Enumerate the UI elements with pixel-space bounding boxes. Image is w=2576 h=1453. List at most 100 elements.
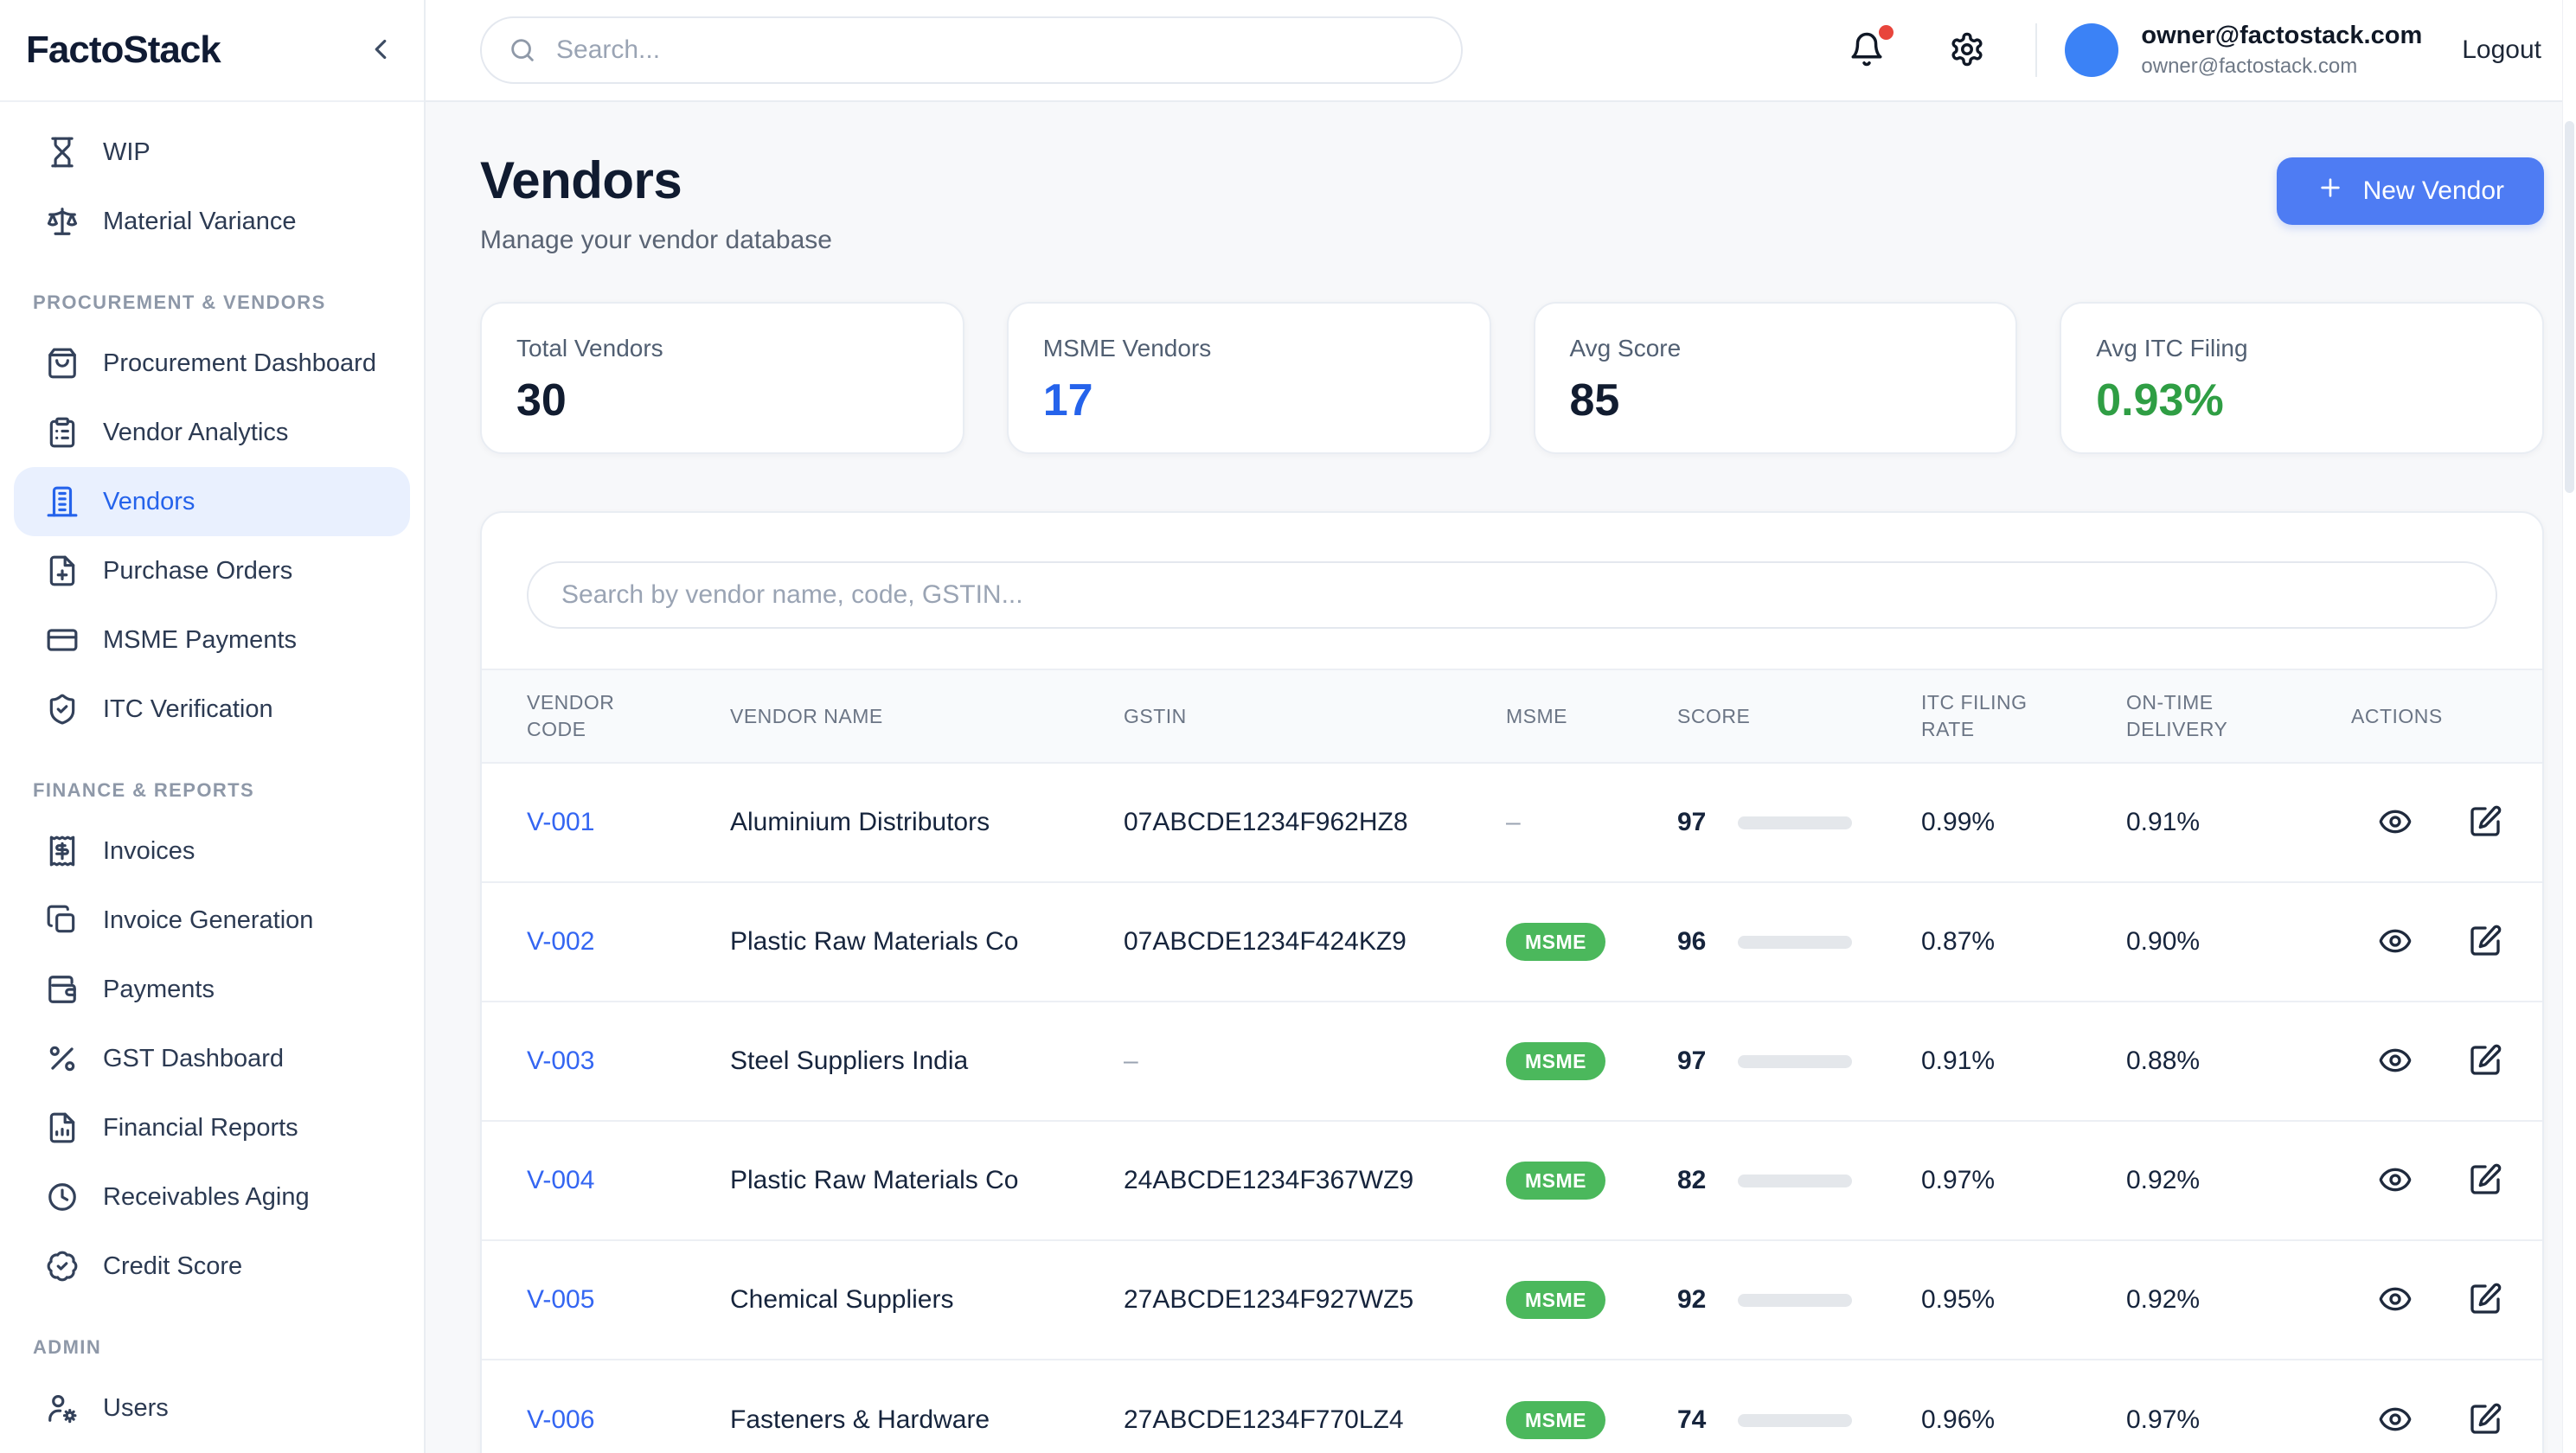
actions-cell xyxy=(2351,1043,2508,1079)
view-vendor-button[interactable] xyxy=(2377,804,2413,841)
msme-badge: MSME xyxy=(1506,1281,1605,1319)
notification-dot xyxy=(1879,25,1894,40)
msme-cell: – xyxy=(1506,808,1677,837)
on-time-delivery: 0.92% xyxy=(2126,1166,2351,1195)
global-search-input[interactable] xyxy=(556,35,1435,65)
actions-cell xyxy=(2351,1162,2508,1199)
msme-badge: MSME xyxy=(1506,923,1605,961)
sidebar-item-invoice-generation[interactable]: Invoice Generation xyxy=(14,886,410,955)
logout-button[interactable]: Logout xyxy=(2462,35,2541,65)
msme-cell: MSME xyxy=(1506,1281,1677,1319)
sidebar-item-financial-reports[interactable]: Financial Reports xyxy=(14,1093,410,1162)
sidebar-item-label: Procurement Dashboard xyxy=(103,349,376,378)
vendor-code-link[interactable]: V-001 xyxy=(527,808,730,837)
sidebar-item-label: GST Dashboard xyxy=(103,1045,284,1073)
edit-vendor-button[interactable] xyxy=(2467,1043,2503,1079)
vendor-code-link[interactable]: V-002 xyxy=(527,927,730,957)
vendor-code-link[interactable]: V-003 xyxy=(527,1047,730,1076)
sidebar-item-invoices[interactable]: Invoices xyxy=(14,816,410,886)
edit-vendor-button[interactable] xyxy=(2467,1162,2503,1199)
sidebar-item-label: Vendors xyxy=(103,488,195,516)
sidebar-item-label: Material Variance xyxy=(103,208,297,236)
column-header-vendor-name: Vendor Name xyxy=(730,703,1124,730)
on-time-delivery: 0.90% xyxy=(2126,927,2351,957)
column-header-on-time-delivery: On-Time Delivery xyxy=(2126,689,2282,743)
new-vendor-button[interactable]: New Vendor xyxy=(2277,157,2544,225)
vendor-search-input[interactable] xyxy=(527,561,2497,629)
sidebar-collapse-button[interactable] xyxy=(362,31,400,69)
vendor-code-link[interactable]: V-006 xyxy=(527,1405,730,1435)
sidebar-item-msme-payments[interactable]: MSME Payments xyxy=(14,605,410,675)
vendor-code-link[interactable]: V-005 xyxy=(527,1285,730,1315)
sidebar-item-procurement-dashboard[interactable]: Procurement Dashboard xyxy=(14,329,410,398)
sidebar-item-label: ITC Verification xyxy=(103,695,273,724)
sidebar-item-gst-dashboard[interactable]: GST Dashboard xyxy=(14,1024,410,1093)
vendor-gstin: 07ABCDE1234F424KZ9 xyxy=(1124,927,1506,957)
sidebar-item-vendors[interactable]: Vendors xyxy=(14,467,410,536)
msme-badge: MSME xyxy=(1506,1042,1605,1080)
eye-icon xyxy=(2378,1162,2413,1200)
stat-value: 0.93% xyxy=(2096,374,2508,426)
stat-card-msme-vendors: MSME Vendors17 xyxy=(1007,302,1491,454)
stat-card-total-vendors: Total Vendors30 xyxy=(480,302,964,454)
score-bar xyxy=(1738,1175,1852,1187)
sidebar-item-label: Payments xyxy=(103,976,215,1004)
sidebar-item-users[interactable]: Users xyxy=(14,1373,410,1443)
stat-value: 30 xyxy=(516,374,928,426)
itc-filing-rate: 0.96% xyxy=(1921,1405,2126,1435)
vendor-table-card: Vendor CodeVendor NameGSTINMSMEScoreITC … xyxy=(480,511,2544,1453)
view-vendor-button[interactable] xyxy=(2377,1282,2413,1318)
on-time-delivery: 0.92% xyxy=(2126,1285,2351,1315)
column-header-msme: MSME xyxy=(1506,703,1677,730)
sidebar-item-vendor-analytics[interactable]: Vendor Analytics xyxy=(14,398,410,467)
sidebar-item-label: Users xyxy=(103,1394,169,1423)
sidebar-item-itc-verification[interactable]: ITC Verification xyxy=(14,675,410,744)
edit-vendor-button[interactable] xyxy=(2467,924,2503,960)
score-bar xyxy=(1738,816,1852,829)
sidebar-item-purchase-orders[interactable]: Purchase Orders xyxy=(14,536,410,605)
sidebar-section-header: FINANCE & REPORTS xyxy=(0,773,424,808)
vendor-gstin: 24ABCDE1234F367WZ9 xyxy=(1124,1166,1506,1195)
user-email: owner@factostack.com xyxy=(2141,54,2422,79)
edit-icon xyxy=(2468,1162,2502,1200)
score-bar xyxy=(1738,1294,1852,1307)
sidebar-item-label: Invoices xyxy=(103,837,195,866)
edit-vendor-button[interactable] xyxy=(2467,1282,2503,1318)
column-header-actions: Actions xyxy=(2351,703,2508,730)
sidebar-item-wip[interactable]: WIP xyxy=(14,118,410,187)
scrollbar-thumb[interactable] xyxy=(2565,121,2574,493)
score-cell: 97 xyxy=(1677,808,1921,837)
sidebar-item-payments[interactable]: Payments xyxy=(14,955,410,1024)
sidebar-item-material-variance[interactable]: Material Variance xyxy=(14,187,410,256)
sidebar-item-label: WIP xyxy=(103,138,151,167)
score-bar xyxy=(1738,1414,1852,1427)
topbar: owner@factostack.com owner@factostack.co… xyxy=(426,0,2576,102)
view-vendor-button[interactable] xyxy=(2377,924,2413,960)
sidebar-item-receivables-aging[interactable]: Receivables Aging xyxy=(14,1162,410,1232)
settings-button[interactable] xyxy=(1947,30,1987,70)
wallet-icon xyxy=(46,973,79,1006)
sidebar-item-credit-score[interactable]: Credit Score xyxy=(14,1232,410,1301)
score-cell: 74 xyxy=(1677,1405,1921,1435)
scrollbar-track[interactable] xyxy=(2562,0,2576,1453)
stat-label: MSME Vendors xyxy=(1043,335,1455,362)
global-search[interactable] xyxy=(480,16,1463,84)
eye-icon xyxy=(2378,1043,2413,1080)
view-vendor-button[interactable] xyxy=(2377,1402,2413,1438)
vendor-name: Chemical Suppliers xyxy=(730,1285,1124,1315)
msme-cell: MSME xyxy=(1506,1162,1677,1200)
table-row: V-001Aluminium Distributors07ABCDE1234F9… xyxy=(482,764,2542,883)
view-vendor-button[interactable] xyxy=(2377,1043,2413,1079)
content: Vendors Manage your vendor database New … xyxy=(426,150,2576,1453)
view-vendor-button[interactable] xyxy=(2377,1162,2413,1199)
edit-icon xyxy=(2468,804,2502,842)
stat-card-avg-score: Avg Score85 xyxy=(1534,302,2018,454)
edit-icon xyxy=(2468,924,2502,961)
notifications-button[interactable] xyxy=(1847,30,1887,70)
vendor-code-link[interactable]: V-004 xyxy=(527,1166,730,1195)
column-header-itc-filing-rate: ITC Filing Rate xyxy=(1921,689,2060,743)
vendor-name: Plastic Raw Materials Co xyxy=(730,1166,1124,1195)
eye-icon xyxy=(2378,924,2413,961)
edit-vendor-button[interactable] xyxy=(2467,1402,2503,1438)
edit-vendor-button[interactable] xyxy=(2467,804,2503,841)
